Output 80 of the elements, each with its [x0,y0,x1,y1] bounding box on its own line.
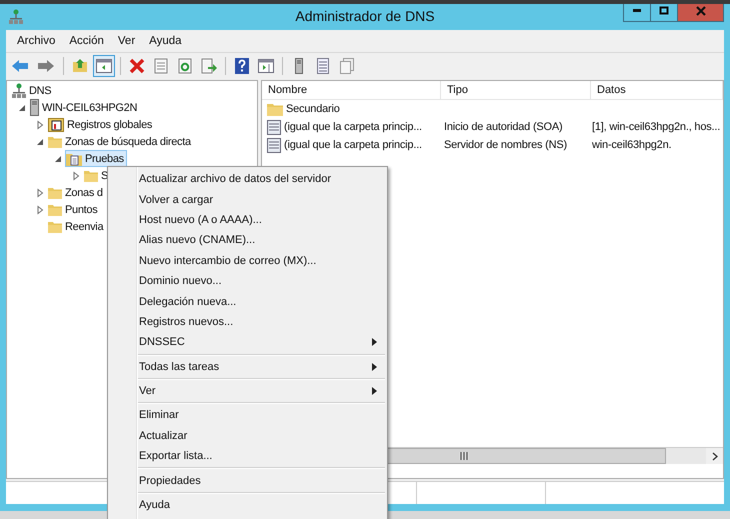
column-header[interactable]: Datos [591,81,723,99]
forward-arrow-icon [37,58,55,72]
collapse-arrow-icon[interactable] [17,102,27,112]
tree-item[interactable]: Zonas de búsqueda directa [47,133,194,150]
refresh-icon [178,58,192,74]
list-icon [317,58,329,74]
folder-icon [48,186,62,198]
table-cell: Secundario [286,103,340,115]
table-cell: win-ceil63hpg2n. [592,139,672,151]
folder-icon [48,204,62,216]
back-arrow-icon [11,58,29,72]
menu-item[interactable]: Ver [110,35,142,47]
collapse-arrow-icon[interactable] [53,154,63,164]
document-icon [154,58,168,74]
network-icon [12,82,26,98]
menu-item[interactable]: Dominio nuevo... [108,270,387,292]
tree-item[interactable]: Registros globales [47,116,156,133]
minimize-icon [633,9,641,12]
expand-arrow-icon[interactable] [35,120,45,130]
menu-item[interactable]: Alias nuevo (CNAME)... [108,230,387,251]
delete-icon [129,58,145,74]
menu-item[interactable]: Exportar lista... [108,446,387,466]
table-cell: [1], win-ceil63hpg2n., hos... [592,121,720,133]
column-header[interactable]: Tipo [441,81,591,99]
server-icon [295,58,303,74]
record-icon [267,120,281,134]
column-header[interactable]: Nombre [262,81,441,99]
scroll-right-button[interactable] [706,448,723,464]
tree-item[interactable]: WIN-CEIL63HPG2N [29,99,140,116]
menu-item[interactable]: Actualizar [108,426,387,446]
close-icon [696,6,706,16]
folder-up-icon [72,58,88,72]
menu-item[interactable]: Acción [62,35,111,47]
folder-icon [267,102,283,116]
menu-item[interactable]: Ayuda [142,35,189,47]
action-pane-icon [258,58,274,72]
folder-icon [48,220,62,232]
menu-item[interactable]: Propiedades [108,470,387,491]
menu-item[interactable]: Actualizar archivo de datos del servidor [108,169,387,190]
menu-item[interactable]: Ayuda [108,494,387,516]
collapse-arrow-icon[interactable] [35,136,45,146]
tree-item[interactable]: Zonas d [47,184,106,201]
console-tree-icon [96,58,112,72]
copy-icon [340,58,354,74]
tree-item[interactable]: DNS [11,82,54,99]
expand-arrow-icon[interactable] [71,170,81,180]
expand-arrow-icon[interactable] [35,204,45,214]
menu-item[interactable]: Eliminar [108,405,387,426]
window-title: Administrador de DNS [295,8,435,24]
menu-item[interactable]: Ver [108,380,387,402]
table-cell: Inicio de autoridad (SOA) [444,121,563,133]
folder-icon [84,170,98,182]
help-icon [235,58,249,74]
close-button[interactable] [678,4,723,21]
menu-item[interactable]: Host nuevo (A o AAAA)... [108,210,387,230]
table-cell: (igual que la carpeta princip... [284,139,422,151]
tree-item[interactable]: Pruebas [65,150,127,167]
network-icon [9,9,23,25]
chevron-right-icon [712,452,718,460]
menu-item[interactable]: DNSSEC [108,332,387,353]
folder-document-icon [66,152,82,166]
menu-item[interactable]: Todas las tareas [108,356,387,377]
server-icon [30,99,39,116]
records-icon [48,118,64,132]
export-icon [201,58,217,74]
menu-item[interactable]: Archivo [10,35,62,47]
menu-item[interactable]: Delegación nueva... [108,291,387,312]
tree-item[interactable]: Puntos [47,201,100,218]
table-cell: (igual que la carpeta princip... [284,121,422,133]
record-icon [267,138,281,152]
menu-item[interactable]: Registros nuevos... [108,312,387,332]
grip-icon [460,452,468,460]
menu-item[interactable]: Nuevo intercambio de correo (MX)... [108,250,387,271]
table-cell: Servidor de nombres (NS) [444,139,567,151]
expand-arrow-icon[interactable] [35,188,45,198]
menu-item[interactable]: Volver a cargar [108,189,387,210]
folder-icon [48,136,62,148]
maximize-icon [659,6,669,16]
toolbar-button[interactable] [93,54,115,76]
tree-item[interactable]: Reenvia [47,218,106,235]
